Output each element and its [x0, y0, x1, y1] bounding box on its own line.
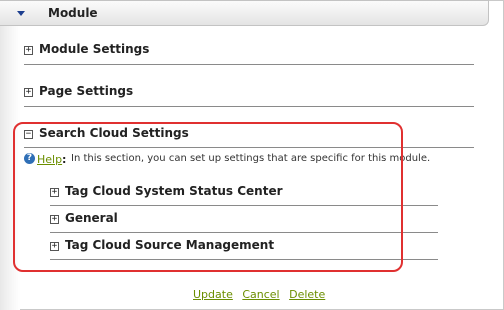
delete-link[interactable]: Delete [289, 288, 325, 301]
section-page-settings-label[interactable]: Page Settings [39, 84, 133, 98]
section-module-settings-label[interactable]: Module Settings [39, 42, 149, 56]
update-link[interactable]: Update [193, 288, 233, 301]
divider [24, 64, 474, 65]
triangle-down-icon[interactable] [17, 11, 25, 16]
expand-icon[interactable]: + [24, 46, 33, 55]
expand-icon[interactable]: + [24, 88, 33, 97]
highlight-annotation [13, 122, 403, 272]
module-header[interactable]: Module [0, 0, 489, 26]
section-module-settings[interactable]: + Module Settings [24, 41, 474, 61]
section-page-settings[interactable]: + Page Settings [24, 83, 474, 103]
module-title: Module [48, 6, 98, 20]
divider [24, 106, 474, 107]
action-links: Update Cancel Delete [193, 288, 331, 301]
cancel-link[interactable]: Cancel [242, 288, 279, 301]
